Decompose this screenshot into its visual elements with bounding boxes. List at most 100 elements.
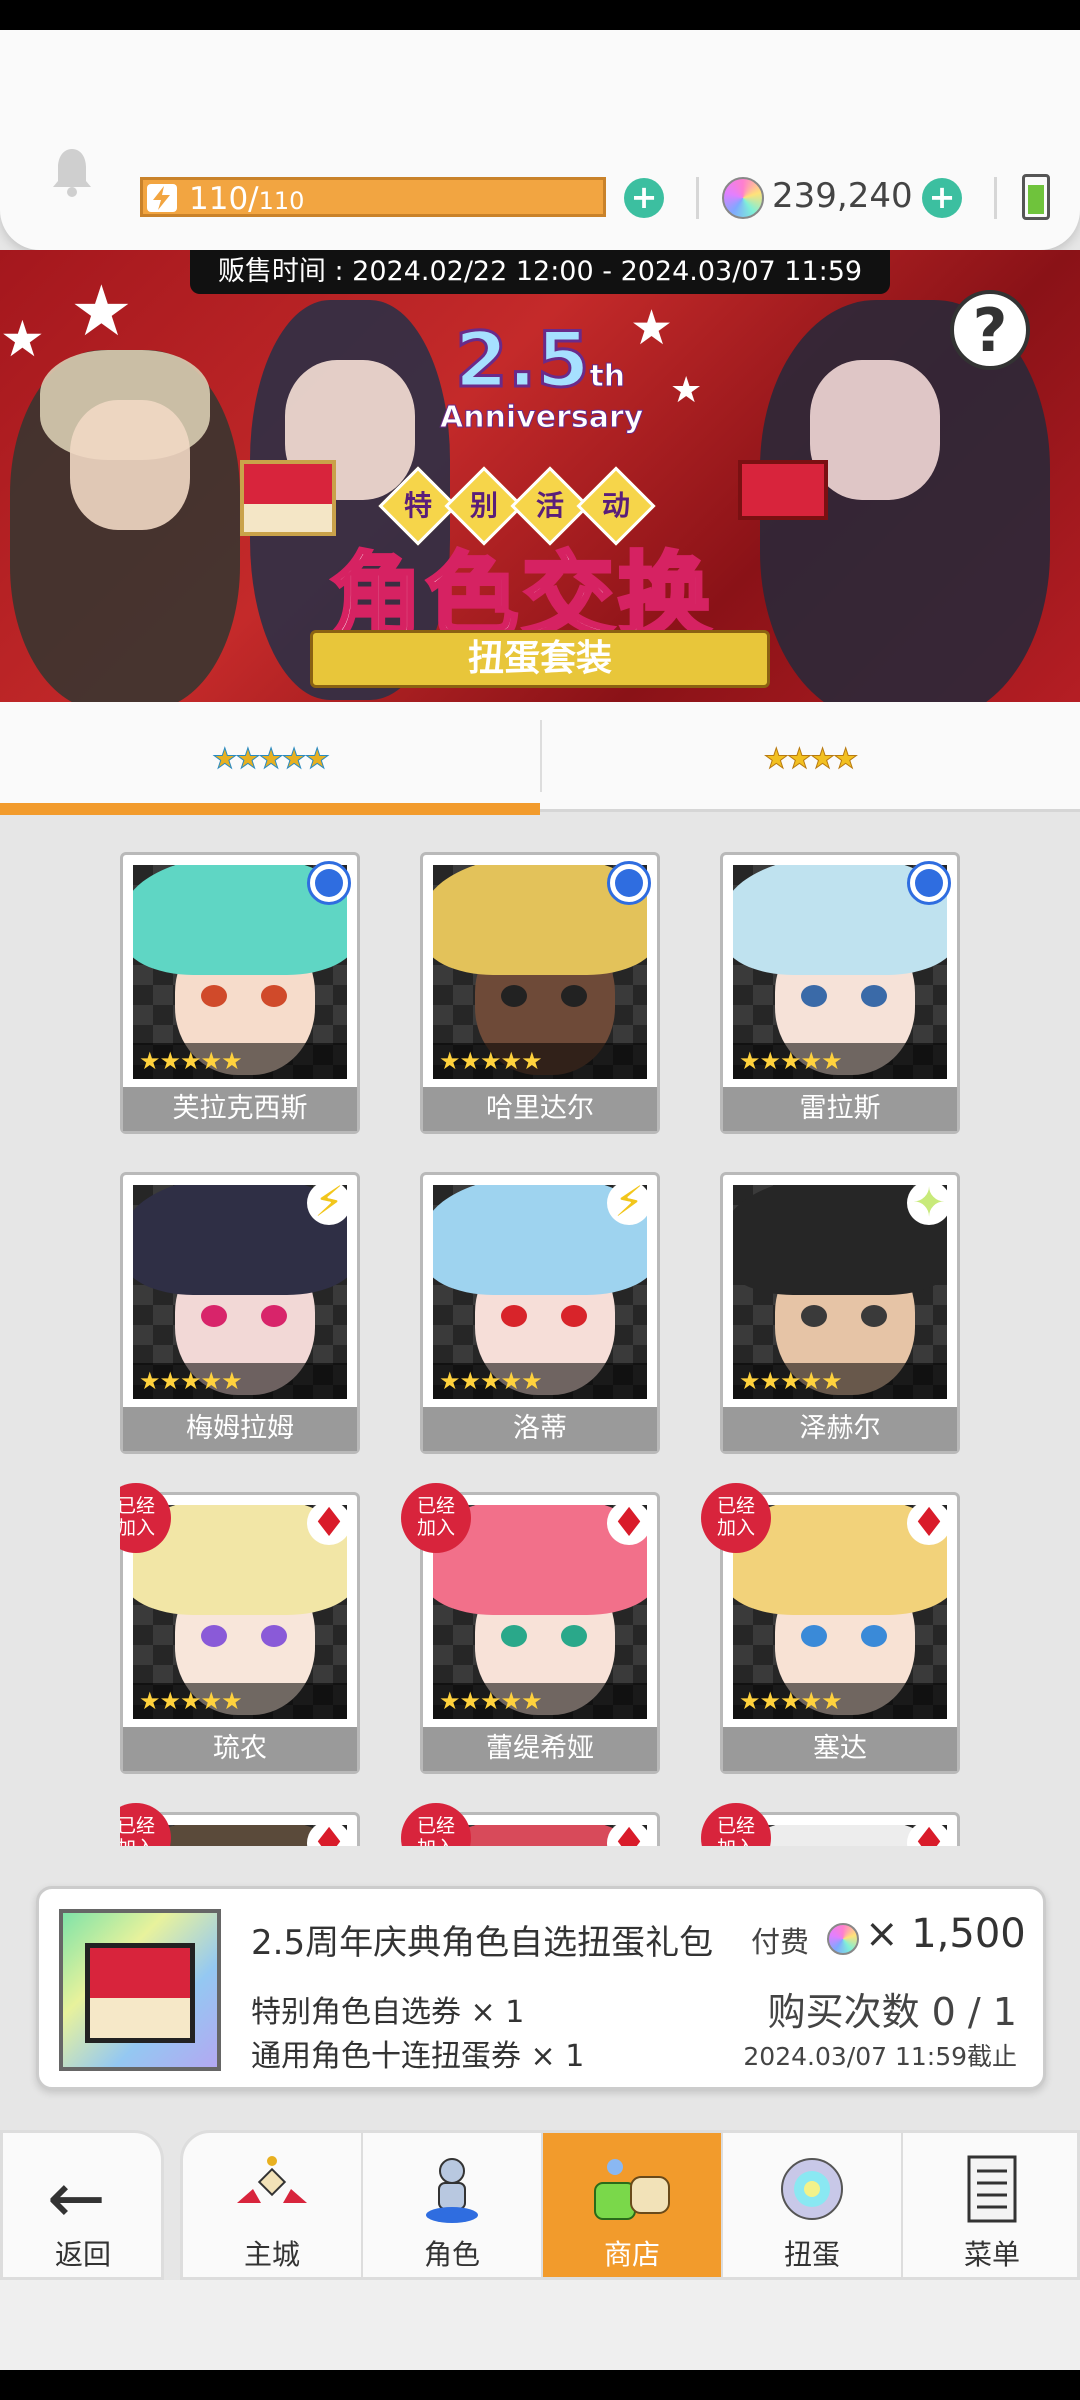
gem-currency-icon: [827, 1923, 859, 1955]
tab-five-star[interactable]: ★★★★★: [0, 702, 540, 815]
portrait-eye: [861, 1305, 887, 1327]
nav-label: 主城: [243, 2238, 300, 2271]
character-card[interactable]: ★★★★★ 芙拉克西斯: [120, 852, 360, 1134]
add-energy-button[interactable]: +: [624, 178, 664, 218]
character-card[interactable]: ★★★★★ ⚡ 洛蒂: [420, 1172, 660, 1454]
anniversary-number: 2.5: [453, 315, 591, 404]
character-name: 雷拉斯: [723, 1087, 957, 1131]
banner-star-icon: ★: [0, 310, 45, 368]
character-rarity-stars: ★★★★★: [133, 1043, 347, 1079]
nav-item-shop[interactable]: 商店: [543, 2133, 721, 2277]
shop-icon: [591, 2153, 673, 2225]
castle-icon: [231, 2153, 313, 2225]
character-name: 琉农: [123, 1727, 357, 1771]
element-bolt-icon: ⚡: [607, 1181, 651, 1225]
tab-four-star[interactable]: ★★★★: [540, 702, 1080, 812]
element-ruby-icon: ♦: [307, 1821, 351, 1846]
back-label: 返回: [54, 2238, 111, 2271]
notification-bell-icon[interactable]: [50, 145, 94, 197]
character-rarity-stars: ★★★★★: [433, 1683, 647, 1719]
nav-item-menu[interactable]: 菜单: [903, 2133, 1080, 2277]
joined-badge-text: 加入: [401, 1837, 471, 1846]
portrait-eye: [861, 1625, 887, 1647]
character-card[interactable]: ★★★★★ ⚡ 梅姆拉姆: [120, 1172, 360, 1454]
portrait-eye: [261, 985, 287, 1007]
event-banner[interactable]: ★ ★ ★ ★ 2.5th Anniversary 特 别 活 动 角色交换 扭…: [0, 250, 1080, 702]
envelope-icon: [240, 460, 336, 536]
portrait-eye: [561, 1305, 587, 1327]
joined-badge-text: 加入: [416, 1517, 455, 1539]
header-divider: [994, 177, 997, 219]
nav-item-character[interactable]: 角色: [363, 2133, 541, 2277]
character-card[interactable]: ★★★★★♦已经加入: [120, 1803, 360, 1846]
joined-badge-text: 已经: [120, 1495, 155, 1517]
character-name: 泽赫尔: [723, 1407, 957, 1451]
banner-character-right-face: [810, 360, 940, 500]
element-ruby-icon: ♦: [607, 1821, 651, 1846]
portrait-eye: [501, 1625, 527, 1647]
joined-badge-text: 已经: [416, 1815, 455, 1837]
character-card[interactable]: ★★★★★ ♦ 蕾缇希娅 已经 加入: [401, 1483, 660, 1774]
nav-label: 商店: [603, 2238, 660, 2271]
joined-badge-text: 加入: [120, 1517, 155, 1539]
gem-count: 239,240: [772, 176, 913, 216]
portrait-eye: [201, 1625, 227, 1647]
character-rarity-stars: ★★★★★: [433, 1363, 647, 1399]
character-rarity-stars: ★★★★★: [733, 1363, 947, 1399]
help-button[interactable]: ?: [950, 290, 1030, 370]
portrait-eye: [801, 985, 827, 1007]
tab-label: ★★★★: [763, 742, 858, 776]
bottom-navigation: ← 返回 主城 角色 商店 扭蛋 菜单: [0, 2130, 1080, 2280]
add-gem-button[interactable]: +: [922, 178, 962, 218]
character-card[interactable]: ★★★★★ ✦ 泽赫尔: [720, 1172, 960, 1454]
resource-header: 110/110 + 239,240 +: [0, 30, 1080, 250]
energy-value: 110/110: [189, 182, 304, 218]
portrait-eye: [501, 985, 527, 1007]
character-card[interactable]: ★★★★★ 雷拉斯: [720, 852, 960, 1134]
element-spark-icon: ✦: [907, 1181, 951, 1225]
character-rarity-stars: ★★★★★: [733, 1683, 947, 1719]
gacha-pack-icon: [59, 1909, 221, 2071]
product-name: 2.5周年庆典角色自选扭蛋礼包: [251, 1923, 714, 1963]
joined-badge-text: 已经: [416, 1495, 455, 1517]
joined-badge: 已经加入: [701, 1483, 771, 1553]
element-water-icon: [607, 861, 651, 905]
portrait-eye: [501, 1305, 527, 1327]
anniversary-logo: 2.5th Anniversary: [440, 318, 644, 450]
product-panel[interactable]: 2.5周年庆典角色自选扭蛋礼包 付费 × 1,500 特别角色自选券 × 1 通…: [36, 1886, 1046, 2090]
character-card[interactable]: ★★★★★ ♦ 塞达 已经 加入: [701, 1483, 960, 1774]
banner-star-icon: ★: [70, 270, 133, 352]
purchase-count: 购买次数 0 / 1: [767, 1990, 1017, 2034]
nav-item-gacha[interactable]: 扭蛋: [723, 2133, 901, 2277]
joined-badge-text: 加入: [716, 1517, 755, 1539]
portrait-eye: [261, 1305, 287, 1327]
character-name: 洛蒂: [423, 1407, 657, 1451]
element-ruby-icon: ♦: [907, 1821, 951, 1846]
character-card[interactable]: ★★★★★ 哈里达尔: [420, 852, 660, 1134]
joined-badge: 已经加入: [701, 1803, 771, 1846]
banner-character-left-face: [70, 400, 190, 530]
character-grid: ★★★★★ 芙拉克西斯 ★★★★★ 哈里达尔 ★★★★★ 雷拉斯 ★★★★★ ⚡ 梅姆拉姆 ★★★…: [120, 852, 964, 1846]
portrait-eye: [561, 985, 587, 1007]
joined-badge: 已经加入: [401, 1803, 471, 1846]
main-nav: 主城 角色 商店 扭蛋 菜单: [180, 2130, 1080, 2280]
anniversary-suffix: th: [589, 359, 626, 395]
battery-icon: [1022, 174, 1050, 220]
character-card[interactable]: ★★★★★♦已经加入: [401, 1803, 660, 1846]
nav-item-castle[interactable]: 主城: [183, 2133, 361, 2277]
portrait-eye: [801, 1625, 827, 1647]
joined-badge: 已经加入: [120, 1803, 171, 1846]
character-card[interactable]: ★★★★★ ♦ 琉农 已经 加入: [120, 1483, 360, 1774]
anniversary-word: Anniversary: [440, 400, 644, 436]
character-rarity-stars: ★★★★★: [133, 1683, 347, 1719]
menu-icon: [951, 2153, 1033, 2225]
character-name: 哈里达尔: [423, 1087, 657, 1131]
energy-bar: 110/110: [140, 177, 606, 217]
element-water-icon: [907, 861, 951, 905]
back-button[interactable]: ← 返回: [0, 2130, 164, 2280]
character-icon: [411, 2153, 493, 2225]
energy-max: 110: [258, 187, 305, 215]
purchase-deadline: 2024.03/07 11:59截止: [743, 2042, 1017, 2071]
character-card[interactable]: ★★★★★♦已经加入: [701, 1803, 960, 1846]
character-name: 梅姆拉姆: [123, 1407, 357, 1451]
